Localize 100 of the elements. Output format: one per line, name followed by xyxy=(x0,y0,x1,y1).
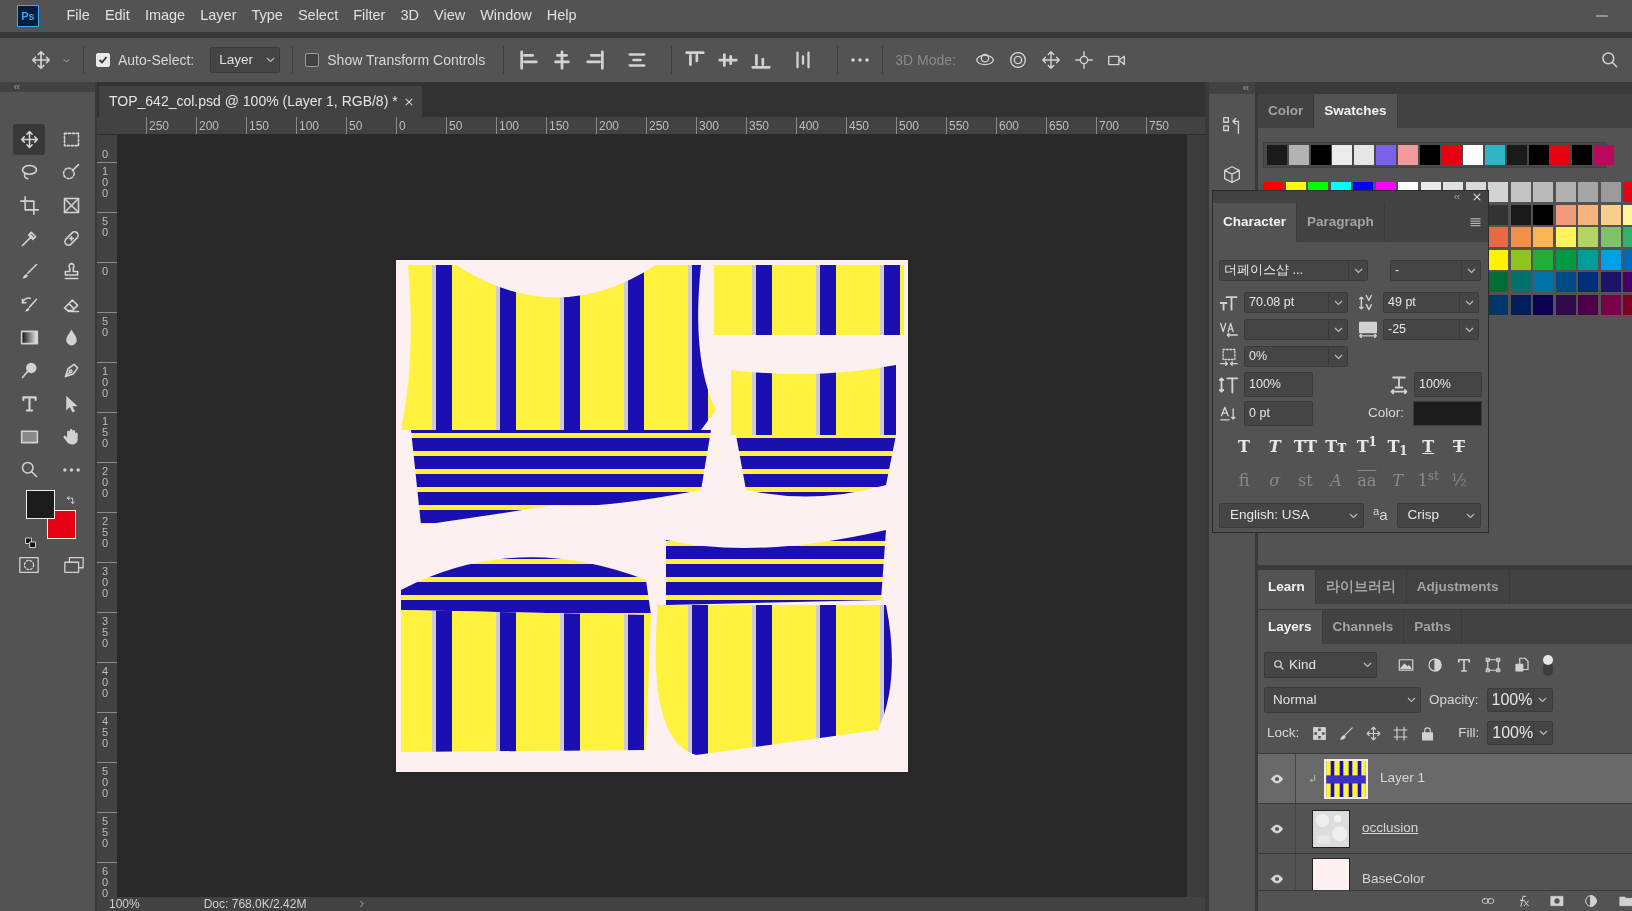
chevron-icon[interactable] xyxy=(358,899,367,909)
color-swatch[interactable] xyxy=(1572,145,1593,165)
leading-field[interactable]: 49 pt xyxy=(1383,292,1479,313)
move-icon[interactable] xyxy=(30,49,52,71)
color-swatch[interactable] xyxy=(1555,249,1576,270)
kerning-field[interactable] xyxy=(1244,319,1348,340)
color-swatch[interactable] xyxy=(1376,145,1396,165)
panel-tab[interactable]: Channels xyxy=(1322,610,1405,644)
shape-filter-icon[interactable] xyxy=(1484,656,1502,674)
color-swatch[interactable] xyxy=(1533,204,1553,225)
menu-item[interactable]: Type xyxy=(243,5,291,27)
menu-item[interactable]: Select xyxy=(290,5,346,27)
color-swatch[interactable] xyxy=(1488,294,1508,315)
screen-mode-icon[interactable] xyxy=(62,554,86,576)
tsume-field[interactable]: 0% xyxy=(1244,346,1348,367)
color-swatch[interactable] xyxy=(1463,145,1484,165)
color-swatch[interactable] xyxy=(1533,249,1553,270)
menu-item[interactable]: Layer xyxy=(192,5,244,27)
close-icon[interactable] xyxy=(403,96,414,107)
artboard-icon[interactable] xyxy=(1392,724,1410,742)
language-dropdown[interactable]: English: USA xyxy=(1219,503,1364,528)
menu-item[interactable]: View xyxy=(426,5,473,27)
color-swatch[interactable] xyxy=(1555,294,1576,315)
type-filter-icon[interactable] xyxy=(1455,656,1473,674)
image-filter-icon[interactable] xyxy=(1397,656,1415,674)
panel-tab[interactable]: Paths xyxy=(1404,610,1463,644)
color-swatch[interactable] xyxy=(1510,294,1531,315)
move-icon[interactable] xyxy=(1365,724,1383,742)
tracking-field[interactable]: -25 xyxy=(1383,319,1479,340)
color-swatch[interactable] xyxy=(1488,249,1508,270)
menu-item[interactable]: 3D xyxy=(392,5,427,27)
color-swatch[interactable] xyxy=(1332,145,1353,165)
color-swatch[interactable] xyxy=(1600,249,1621,270)
color-swatch[interactable] xyxy=(1550,145,1571,165)
color-swatch[interactable] xyxy=(1510,182,1531,202)
font-style-dropdown[interactable]: - xyxy=(1390,260,1481,281)
panel-tab[interactable]: Paragraph xyxy=(1297,203,1385,242)
color-swatch[interactable] xyxy=(1600,182,1621,202)
color-swatch[interactable] xyxy=(1484,145,1505,165)
color-swatch[interactable] xyxy=(1419,145,1440,165)
color-swatch[interactable] xyxy=(1397,145,1418,165)
blend-mode-dropdown[interactable]: Normal xyxy=(1264,687,1421,713)
more-icon[interactable] xyxy=(850,57,871,63)
vertical-scale-field[interactable]: 100% xyxy=(1244,372,1313,397)
transparency-lock-icon[interactable] xyxy=(1311,724,1329,742)
align-left-icon[interactable] xyxy=(518,49,541,71)
collapse-icon[interactable] xyxy=(12,83,22,91)
type-style-button[interactable]: T xyxy=(1445,436,1472,458)
tool-button[interactable] xyxy=(13,124,45,155)
collapse-icon[interactable] xyxy=(1241,84,1251,92)
document-tab[interactable]: TOP_642_col.psd @ 100% (Layer 1, RGB/8) * xyxy=(99,86,422,117)
color-swatch[interactable] xyxy=(1533,182,1553,202)
type-style-button[interactable]: T$_{1}$ xyxy=(1384,436,1411,458)
close-icon[interactable] xyxy=(1472,192,1482,202)
pan-icon[interactable] xyxy=(1039,49,1062,71)
menu-item[interactable]: Window xyxy=(472,5,540,27)
brush-icon[interactable] xyxy=(1338,724,1356,742)
adjustment-layer-icon[interactable] xyxy=(1583,893,1599,909)
quick-mask-icon[interactable] xyxy=(17,554,41,576)
adjustment-filter-icon[interactable] xyxy=(1426,656,1444,674)
color-swatch[interactable] xyxy=(1441,145,1462,165)
type-style-button[interactable]: TT xyxy=(1292,436,1319,458)
type-style-button[interactable]: T$^{1}$ xyxy=(1353,436,1380,458)
menu-item[interactable]: Edit xyxy=(97,5,138,27)
color-swatch[interactable] xyxy=(1555,182,1576,202)
color-swatch[interactable] xyxy=(1267,145,1287,165)
color-swatch[interactable] xyxy=(1578,272,1598,293)
type-style-button[interactable]: T xyxy=(1231,436,1257,458)
color-swatch[interactable] xyxy=(1510,249,1531,270)
color-swatch[interactable] xyxy=(1578,249,1598,270)
color-swatch[interactable] xyxy=(1533,227,1553,248)
color-swatch[interactable] xyxy=(1600,204,1621,225)
layer-row[interactable]: occlusion xyxy=(1258,804,1632,854)
font-family-dropdown[interactable]: 더페이스샵 ... xyxy=(1219,260,1368,281)
color-swatch[interactable] xyxy=(1510,272,1531,293)
filter-dropdown[interactable]: Kind xyxy=(1264,652,1377,678)
font-size-field[interactable]: 70.08 pt xyxy=(1244,292,1348,313)
menu-item[interactable]: Filter xyxy=(345,5,393,27)
color-swatch[interactable] xyxy=(1600,294,1621,315)
color-swatch[interactable] xyxy=(1528,145,1549,165)
filter-toggle-icon[interactable] xyxy=(1542,654,1554,676)
search-icon[interactable] xyxy=(1600,50,1620,70)
color-swatch[interactable] xyxy=(1555,227,1576,248)
color-swatch[interactable] xyxy=(1488,182,1508,202)
menu-item[interactable]: File xyxy=(59,5,98,27)
color-swatch[interactable] xyxy=(1510,227,1531,248)
menu-item[interactable]: Image xyxy=(137,5,193,27)
panel-tab[interactable]: Learn xyxy=(1258,570,1316,604)
fill-field[interactable]: 100% xyxy=(1487,721,1554,745)
color-swatch[interactable] xyxy=(1600,272,1621,293)
type-style-button[interactable]: Tᴛ xyxy=(1323,436,1350,458)
align-right-icon[interactable] xyxy=(584,49,607,71)
menu-item[interactable]: Help xyxy=(539,5,585,27)
color-swatch[interactable] xyxy=(1488,204,1508,225)
color-swatch[interactable] xyxy=(1593,145,1614,165)
panel-tab[interactable]: Swatches xyxy=(1314,94,1398,128)
checkbox[interactable] xyxy=(305,53,320,67)
color-swatch[interactable] xyxy=(1488,227,1508,248)
color-swatch[interactable] xyxy=(1578,204,1598,225)
color-swatch[interactable] xyxy=(1488,272,1508,293)
